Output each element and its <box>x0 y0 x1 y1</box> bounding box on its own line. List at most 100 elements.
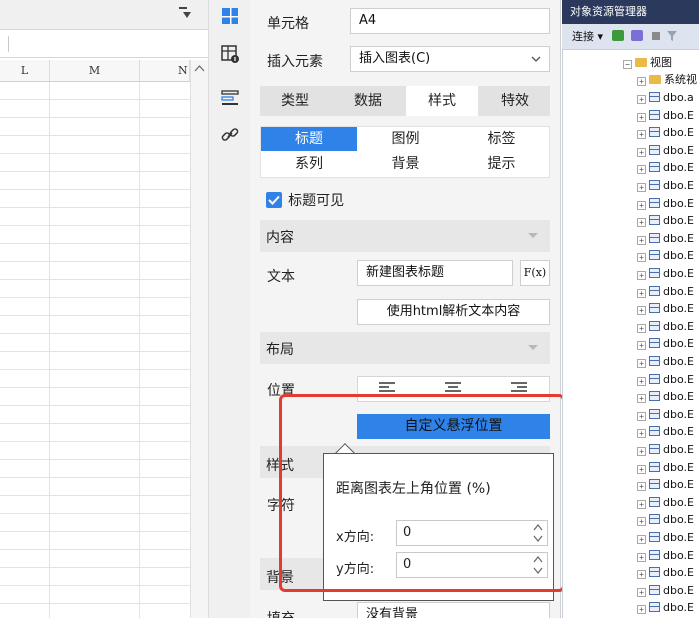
connect-button[interactable]: 连接 ▾ <box>572 30 603 43</box>
layout-section-header[interactable]: 布局 <box>260 332 550 364</box>
tree-node-views[interactable]: − 视图 <box>623 54 672 71</box>
cell-grid[interactable] <box>0 82 208 618</box>
vertical-scrollbar[interactable] <box>190 60 208 618</box>
expand-icon[interactable]: + <box>637 235 646 245</box>
column-header-n[interactable]: N <box>140 60 190 82</box>
tab-effects[interactable]: 特效 <box>480 86 550 116</box>
tree-node-view-item[interactable]: + dbo.E <box>637 353 694 370</box>
expand-icon[interactable]: + <box>637 218 646 228</box>
tree-node-view-item[interactable]: + dbo.E <box>637 529 694 546</box>
subtab-legend[interactable]: 图例 <box>357 127 454 151</box>
tree-node-view-item[interactable]: + dbo.E <box>637 406 694 423</box>
tree-node-view-item[interactable]: + dbo.E <box>637 371 694 388</box>
tree-node-view-item[interactable]: + dbo.E <box>637 547 694 564</box>
parse-html-button[interactable]: 使用html解析文本内容 <box>357 299 550 325</box>
fill-select[interactable]: 没有背景 <box>357 602 550 618</box>
expand-icon[interactable]: + <box>637 570 646 580</box>
align-right-icon[interactable] <box>510 381 528 401</box>
tree-node-view-item[interactable]: + dbo.E <box>637 441 694 458</box>
expand-icon[interactable]: + <box>637 376 646 386</box>
content-section-header[interactable]: 内容 <box>260 220 550 252</box>
expand-icon[interactable]: + <box>637 253 646 263</box>
column-header-m[interactable]: M <box>50 60 140 82</box>
custom-float-position-button[interactable]: 自定义悬浮位置 <box>357 414 550 439</box>
tab-type[interactable]: 类型 <box>260 86 330 116</box>
tree-node-view-item[interactable]: + dbo.E <box>637 318 694 335</box>
tree-node-view-item[interactable]: + dbo.E <box>637 388 694 405</box>
cell-element-icon[interactable] <box>220 6 240 26</box>
subtab-series[interactable]: 系列 <box>261 152 357 176</box>
align-center-icon[interactable] <box>444 381 462 401</box>
tree-node-view-item[interactable]: + dbo.E <box>637 230 694 247</box>
spreadsheet-area[interactable]: L M N <box>0 0 208 618</box>
tree-node-view-item[interactable]: + dbo.E <box>637 494 694 511</box>
expand-icon[interactable]: + <box>637 112 646 122</box>
tree-node-view-item[interactable]: + dbo.E <box>637 511 694 528</box>
expand-icon[interactable]: + <box>637 447 646 456</box>
expand-icon[interactable]: + <box>637 341 646 351</box>
subtab-background[interactable]: 背景 <box>357 152 454 176</box>
expand-icon[interactable]: + <box>637 165 646 175</box>
widget-settings-icon[interactable] <box>220 88 240 108</box>
column-header-l[interactable]: L <box>0 60 50 82</box>
tree-node-view-item[interactable]: + dbo.E <box>637 582 694 599</box>
tree-node-view-item[interactable]: + dbo.E <box>637 599 694 616</box>
subtab-label[interactable]: 标签 <box>454 127 549 151</box>
tree-node-view-item[interactable]: + dbo.E <box>637 124 694 141</box>
tree-node-view-item[interactable]: + dbo.E <box>637 423 694 440</box>
align-left-icon[interactable] <box>378 381 396 401</box>
x-direction-spinner[interactable]: 0 <box>396 520 548 546</box>
subtab-tooltip[interactable]: 提示 <box>454 152 549 176</box>
expand-icon[interactable]: + <box>637 499 646 509</box>
expand-icon[interactable]: + <box>637 411 646 421</box>
formula-bar[interactable] <box>0 30 208 58</box>
expand-icon[interactable]: + <box>637 130 646 140</box>
tree-node-view-item[interactable]: + dbo.E <box>637 195 694 212</box>
expand-icon[interactable]: + <box>637 288 646 298</box>
cell-field[interactable]: A4 <box>350 8 550 34</box>
chart-title-text-input[interactable]: 新建图表标题 <box>357 260 513 286</box>
tree-node-view-item[interactable]: + dbo.E <box>637 142 694 159</box>
tree-node-view-item[interactable]: + dbo.E <box>637 107 694 124</box>
expand-icon[interactable]: + <box>637 517 646 527</box>
collapse-icon[interactable]: − <box>623 60 632 69</box>
collapse-toolbar-icon[interactable] <box>177 5 193 21</box>
spinner-arrows-icon[interactable] <box>532 522 544 548</box>
hyperlink-icon[interactable] <box>220 125 240 145</box>
tree-node-view-item[interactable]: + dbo.E <box>637 265 694 282</box>
tab-data[interactable]: 数据 <box>332 86 404 116</box>
stop-icon[interactable] <box>651 32 660 40</box>
tree-node-view-item[interactable]: + dbo.E <box>637 335 694 352</box>
expand-icon[interactable]: + <box>637 183 646 192</box>
subtab-title[interactable]: 标题 <box>261 127 357 151</box>
expand-icon[interactable]: + <box>637 147 646 157</box>
expand-icon[interactable]: + <box>637 552 646 562</box>
expand-icon[interactable]: + <box>637 605 646 615</box>
tree-node-view-item[interactable]: + dbo.E <box>637 247 694 264</box>
formula-button[interactable]: F(x) <box>520 260 550 286</box>
disconnect-icon[interactable] <box>631 30 644 41</box>
tree-node-view-item[interactable]: + dbo.E <box>637 159 694 176</box>
expand-icon[interactable]: + <box>637 535 646 544</box>
expand-icon[interactable]: + <box>637 429 646 439</box>
filter-icon[interactable] <box>667 25 678 51</box>
expand-icon[interactable]: + <box>637 323 646 333</box>
expand-icon[interactable]: + <box>637 359 646 368</box>
tree-node-view-item[interactable]: + dbo.E <box>637 476 694 493</box>
expand-icon[interactable]: + <box>637 587 646 597</box>
expand-icon[interactable]: + <box>637 394 646 404</box>
tree-node-view-item[interactable]: + dbo.E <box>637 459 694 476</box>
expand-icon[interactable]: + <box>637 95 646 104</box>
tab-style[interactable]: 样式 <box>406 86 478 116</box>
expand-icon[interactable]: + <box>637 306 646 316</box>
tree-node-view-item[interactable]: + dbo.E <box>637 283 694 300</box>
tree-node-system-views[interactable]: + 系统视 <box>637 71 697 88</box>
tree-node-view-item[interactable]: + dbo.E <box>637 300 694 317</box>
y-direction-spinner[interactable]: 0 <box>396 552 548 578</box>
expand-icon[interactable]: + <box>637 77 646 86</box>
cell-attribute-icon[interactable] <box>220 44 240 64</box>
insert-element-select[interactable]: 插入图表(C) <box>350 46 550 72</box>
tree-node-view-item[interactable]: + dbo.E <box>637 177 694 194</box>
connect-db-icon[interactable] <box>611 30 624 41</box>
expand-icon[interactable]: + <box>637 271 646 280</box>
